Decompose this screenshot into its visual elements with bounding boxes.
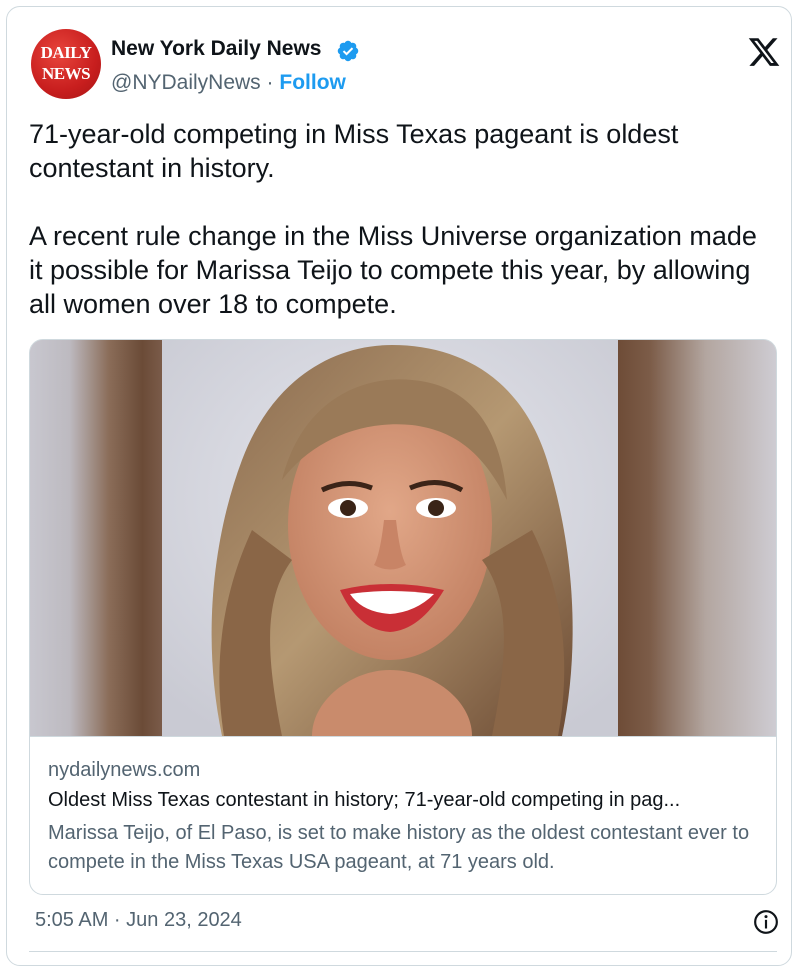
info-icon[interactable] — [753, 909, 779, 935]
tweet-paragraph-2: A recent rule change in the Miss Univers… — [29, 221, 757, 319]
card-description: Marissa Teijo, of El Paso, is set to mak… — [48, 822, 750, 873]
handle-row: @NYDailyNews · Follow — [111, 71, 346, 95]
card-title[interactable]: Oldest Miss Texas contestant in history;… — [48, 789, 763, 812]
avatar-logo-line2: NEWS — [41, 64, 91, 83]
author-avatar[interactable]: DAILY NEWS — [31, 29, 101, 99]
card-image-blur-right — [618, 340, 776, 736]
link-card[interactable]: nydailynews.com Oldest Miss Texas contes… — [29, 339, 777, 895]
follow-button[interactable]: Follow — [279, 71, 346, 94]
card-image-blur-left — [30, 340, 162, 736]
avatar-logo-line1: DAILY — [40, 43, 92, 62]
separator-dot: · — [266, 71, 274, 94]
bottom-divider — [29, 951, 777, 952]
card-body[interactable]: nydailynews.com Oldest Miss Texas contes… — [30, 736, 776, 873]
tweet-embed: DAILY NEWS New York Daily News @NYDailyN… — [6, 6, 792, 966]
tweet-timestamp[interactable]: 5:05 AM · Jun 23, 2024 — [35, 909, 242, 932]
x-logo-icon[interactable] — [746, 35, 782, 69]
tweet-text: 71-year-old competing in Miss Texas page… — [29, 117, 769, 321]
tweet-paragraph-1: 71-year-old competing in Miss Texas page… — [29, 119, 679, 183]
author-handle[interactable]: @NYDailyNews — [111, 71, 261, 94]
author-name[interactable]: New York Daily News — [111, 37, 321, 61]
contestant-photo — [162, 340, 618, 736]
card-image[interactable] — [30, 340, 776, 736]
card-domain: nydailynews.com — [48, 759, 201, 781]
verified-badge-icon — [337, 40, 359, 62]
